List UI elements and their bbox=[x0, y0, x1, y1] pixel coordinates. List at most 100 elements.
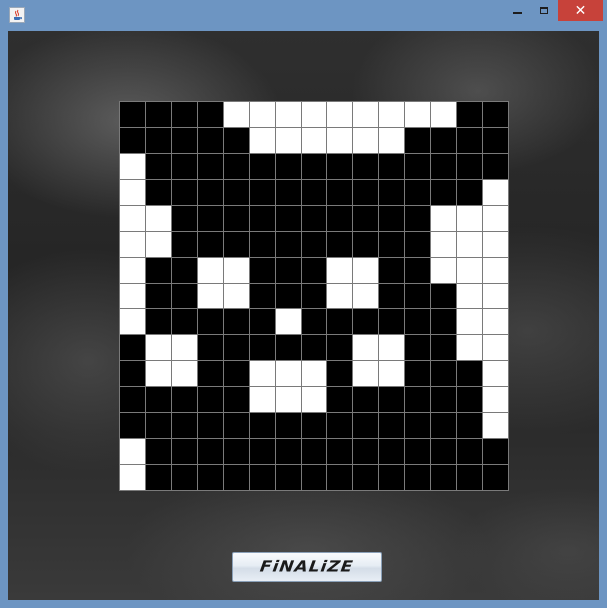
grid-cell[interactable] bbox=[301, 257, 327, 283]
grid-cell[interactable] bbox=[327, 413, 353, 439]
grid-cell[interactable] bbox=[353, 283, 379, 309]
grid-cell[interactable] bbox=[197, 179, 223, 205]
grid-cell[interactable] bbox=[353, 465, 379, 490]
grid-cell[interactable] bbox=[301, 439, 327, 465]
grid-cell[interactable] bbox=[301, 413, 327, 439]
grid-cell[interactable] bbox=[457, 102, 483, 127]
grid-cell[interactable] bbox=[483, 439, 508, 465]
grid-cell[interactable] bbox=[457, 465, 483, 490]
grid-cell[interactable] bbox=[223, 153, 249, 179]
grid-cell[interactable] bbox=[379, 102, 405, 127]
grid-cell[interactable] bbox=[353, 439, 379, 465]
grid-cell[interactable] bbox=[145, 465, 171, 490]
grid-cell[interactable] bbox=[431, 361, 457, 387]
grid-cell[interactable] bbox=[120, 439, 145, 465]
grid-cell[interactable] bbox=[120, 387, 145, 413]
grid-cell[interactable] bbox=[431, 179, 457, 205]
grid-cell[interactable] bbox=[249, 335, 275, 361]
grid-cell[interactable] bbox=[301, 361, 327, 387]
grid-cell[interactable] bbox=[171, 127, 197, 153]
grid-cell[interactable] bbox=[249, 205, 275, 231]
grid-cell[interactable] bbox=[249, 179, 275, 205]
grid-cell[interactable] bbox=[431, 439, 457, 465]
grid-cell[interactable] bbox=[405, 102, 431, 127]
grid-cell[interactable] bbox=[197, 153, 223, 179]
grid-cell[interactable] bbox=[327, 102, 353, 127]
grid-cell[interactable] bbox=[145, 153, 171, 179]
grid-cell[interactable] bbox=[301, 335, 327, 361]
grid-cell[interactable] bbox=[405, 153, 431, 179]
grid-cell[interactable] bbox=[301, 205, 327, 231]
grid-cell[interactable] bbox=[145, 283, 171, 309]
grid-cell[interactable] bbox=[197, 283, 223, 309]
grid-cell[interactable] bbox=[405, 413, 431, 439]
grid-cell[interactable] bbox=[120, 413, 145, 439]
grid-cell[interactable] bbox=[353, 231, 379, 257]
grid-cell[interactable] bbox=[431, 309, 457, 335]
grid-cell[interactable] bbox=[353, 179, 379, 205]
grid-cell[interactable] bbox=[379, 205, 405, 231]
grid-cell[interactable] bbox=[483, 205, 508, 231]
grid-cell[interactable] bbox=[249, 102, 275, 127]
grid-cell[interactable] bbox=[249, 439, 275, 465]
grid-cell[interactable] bbox=[197, 309, 223, 335]
grid-cell[interactable] bbox=[249, 257, 275, 283]
grid-cell[interactable] bbox=[405, 179, 431, 205]
grid-cell[interactable] bbox=[379, 413, 405, 439]
grid-cell[interactable] bbox=[275, 179, 301, 205]
grid-cell[interactable] bbox=[457, 231, 483, 257]
grid-cell[interactable] bbox=[457, 179, 483, 205]
grid-cell[interactable] bbox=[405, 465, 431, 490]
grid-cell[interactable] bbox=[431, 102, 457, 127]
grid-cell[interactable] bbox=[120, 335, 145, 361]
grid-cell[interactable] bbox=[171, 387, 197, 413]
grid-cell[interactable] bbox=[171, 361, 197, 387]
grid-cell[interactable] bbox=[457, 283, 483, 309]
grid-cell[interactable] bbox=[223, 387, 249, 413]
grid-cell[interactable] bbox=[353, 309, 379, 335]
grid-cell[interactable] bbox=[379, 179, 405, 205]
grid-cell[interactable] bbox=[301, 231, 327, 257]
grid-cell[interactable] bbox=[171, 153, 197, 179]
grid-cell[interactable] bbox=[483, 179, 508, 205]
grid-cell[interactable] bbox=[145, 205, 171, 231]
grid-cell[interactable] bbox=[275, 309, 301, 335]
grid-cell[interactable] bbox=[249, 153, 275, 179]
grid-cell[interactable] bbox=[197, 231, 223, 257]
grid-cell[interactable] bbox=[145, 309, 171, 335]
java-coffee-cup-icon[interactable] bbox=[9, 7, 25, 23]
grid-cell[interactable] bbox=[223, 179, 249, 205]
grid-cell[interactable] bbox=[457, 413, 483, 439]
grid-cell[interactable] bbox=[457, 439, 483, 465]
grid-cell[interactable] bbox=[171, 102, 197, 127]
grid-cell[interactable] bbox=[249, 309, 275, 335]
grid-cell[interactable] bbox=[171, 413, 197, 439]
grid-cell[interactable] bbox=[327, 205, 353, 231]
grid-cell[interactable] bbox=[405, 257, 431, 283]
grid-cell[interactable] bbox=[483, 335, 508, 361]
title-bar[interactable]: ✕ bbox=[0, 0, 607, 30]
grid-cell[interactable] bbox=[223, 127, 249, 153]
grid-cell[interactable] bbox=[301, 127, 327, 153]
grid-cell[interactable] bbox=[379, 387, 405, 413]
grid-cell[interactable] bbox=[171, 283, 197, 309]
grid-cell[interactable] bbox=[249, 465, 275, 490]
grid-cell[interactable] bbox=[223, 413, 249, 439]
grid-cell[interactable] bbox=[405, 309, 431, 335]
grid-cell[interactable] bbox=[431, 283, 457, 309]
grid-cell[interactable] bbox=[197, 465, 223, 490]
grid-cell[interactable] bbox=[171, 205, 197, 231]
grid-cell[interactable] bbox=[145, 361, 171, 387]
grid-cell[interactable] bbox=[405, 361, 431, 387]
grid-cell[interactable] bbox=[483, 387, 508, 413]
grid-cell[interactable] bbox=[197, 413, 223, 439]
grid-cell[interactable] bbox=[405, 205, 431, 231]
grid-cell[interactable] bbox=[327, 361, 353, 387]
grid-cell[interactable] bbox=[483, 127, 508, 153]
grid-cell[interactable] bbox=[483, 465, 508, 490]
grid-cell[interactable] bbox=[249, 127, 275, 153]
grid-cell[interactable] bbox=[327, 335, 353, 361]
grid-cell[interactable] bbox=[275, 413, 301, 439]
grid-cell[interactable] bbox=[353, 257, 379, 283]
grid-cell[interactable] bbox=[120, 179, 145, 205]
